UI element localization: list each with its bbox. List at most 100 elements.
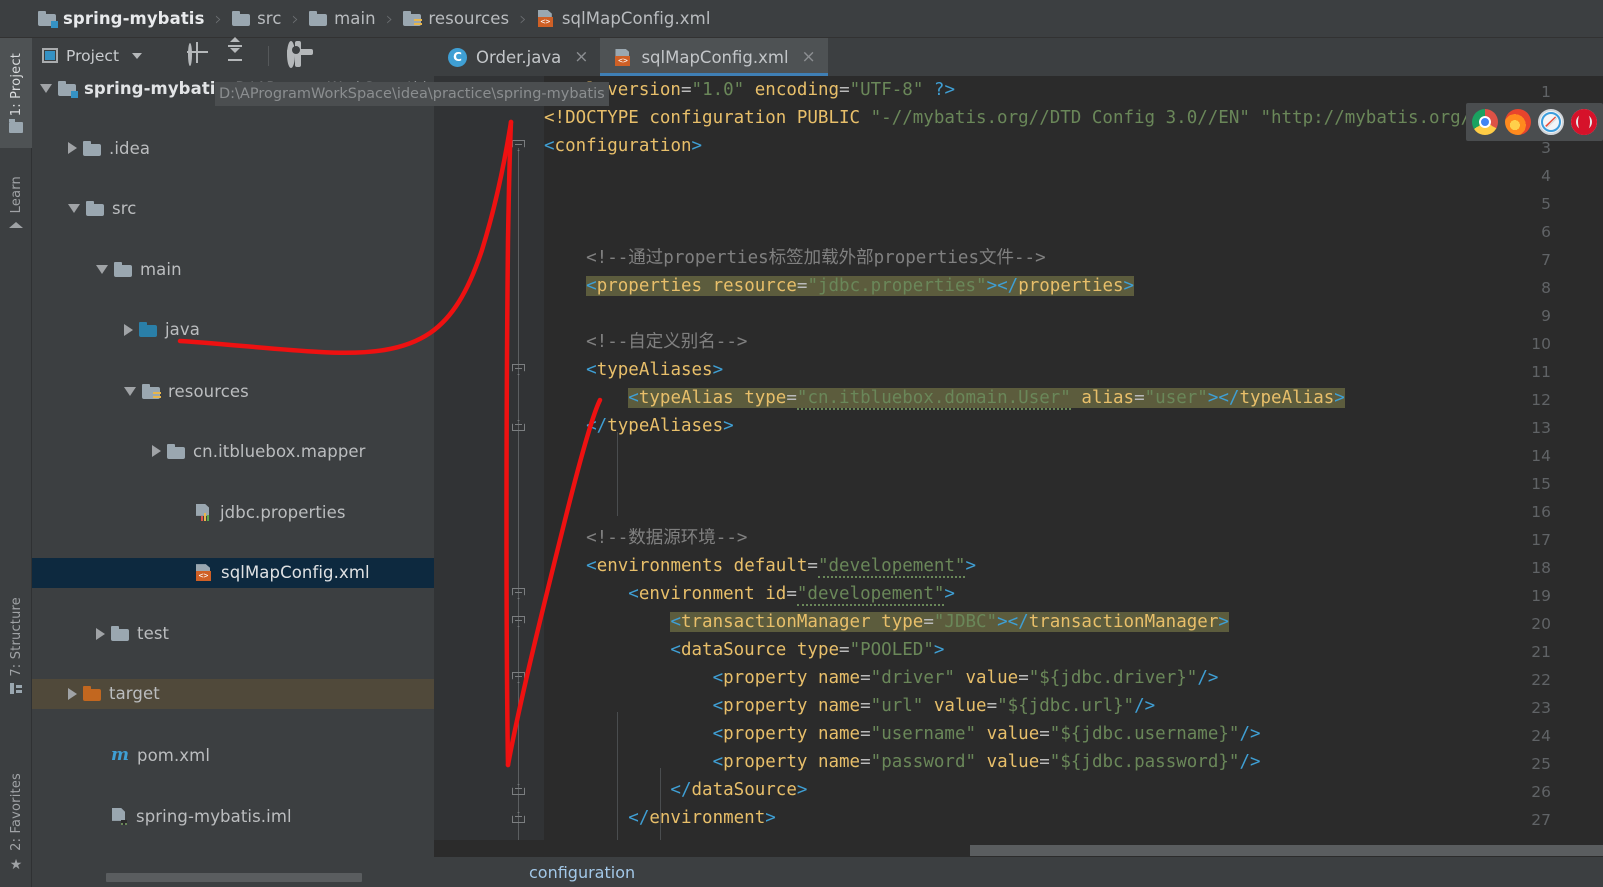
breadcrumb-label: src	[257, 9, 282, 28]
chevron-open-icon[interactable]	[124, 386, 136, 396]
collapse-all-button[interactable]	[226, 36, 248, 67]
breadcrumb-label: main	[334, 9, 376, 28]
hide-panel-button[interactable]	[325, 45, 347, 67]
chevron-right-icon[interactable]	[124, 323, 133, 336]
sidebar-tab-label: Learn	[8, 176, 24, 214]
sidebar-tab-learn[interactable]: Learn	[0, 156, 32, 251]
breadcrumb-separator: ›	[519, 7, 527, 30]
project-panel-toolbar: Project	[32, 36, 434, 73]
breadcrumb-separator: ›	[291, 7, 300, 30]
tab-order-java[interactable]: C Order.java ×	[434, 38, 601, 76]
chevron-right-icon[interactable]	[68, 687, 77, 700]
folder-icon	[114, 262, 132, 278]
fold-marker[interactable]	[512, 672, 525, 685]
fold-marker[interactable]	[512, 588, 525, 601]
project-tree[interactable]: spring-mybatis D:\AProgramWorkSpace\idea…	[32, 73, 434, 869]
line-number: 16	[1531, 503, 1551, 521]
chevron-open-icon[interactable]	[68, 203, 80, 213]
chrome-icon[interactable]	[1472, 109, 1498, 135]
chevron-right-icon[interactable]	[96, 627, 105, 640]
project-panel-hscrollbar[interactable]	[64, 869, 466, 887]
sidebar-tab-structure[interactable]: 7: Structure	[0, 583, 32, 708]
folder-icon	[232, 11, 251, 26]
tree-item-idea[interactable]: .idea	[32, 133, 434, 163]
code-line-24: <property name="username" value="${jdbc.…	[544, 724, 1261, 744]
indent-guide	[617, 432, 618, 516]
tree-item-src[interactable]: src	[32, 193, 434, 223]
tab-sqlmapconfig-xml[interactable]: <> sqlMapConfig.xml ×	[600, 38, 829, 76]
line-number: 6	[1541, 223, 1551, 241]
project-panel-title: Project	[66, 46, 120, 65]
project-tool-window: Project spring-mybatis D:\AProgramWorkSp…	[32, 36, 466, 887]
chevron-right-icon[interactable]	[68, 142, 77, 155]
chevron-right-icon[interactable]	[152, 445, 161, 458]
tree-item-test[interactable]: test	[32, 619, 434, 649]
folder-icon	[167, 443, 185, 459]
line-number: 22	[1531, 671, 1551, 689]
sidebar-tab-favorites[interactable]: 2: Favorites ★	[0, 758, 32, 887]
tree-item-jdbc-properties[interactable]: jdbc.properties	[32, 497, 434, 527]
tree-item-label: cn.itbluebox.mapper	[193, 441, 366, 461]
editor-gutter[interactable]	[434, 76, 544, 840]
scrollbar-thumb[interactable]	[106, 873, 362, 882]
code-editor[interactable]: 1 2 3 4 5 6 7 8 9 10 11 12 13 14 15 16 1…	[434, 76, 1603, 840]
fold-marker[interactable]	[512, 364, 525, 377]
breadcrumb-configuration[interactable]: configuration	[529, 863, 635, 882]
tree-item-sqlmapconfig-xml[interactable]: <> sqlMapConfig.xml	[32, 557, 434, 588]
breadcrumb-separator: ›	[214, 7, 223, 30]
sidebar-tab-label: 1: Project	[8, 52, 24, 117]
line-number: 17	[1531, 531, 1551, 549]
gear-icon	[287, 40, 301, 68]
settings-button[interactable]	[287, 40, 309, 68]
tree-item-resources[interactable]: resources	[32, 376, 434, 406]
code-line-10: <!--自定义别名-->	[544, 332, 748, 352]
breadcrumb-item-src[interactable]: src	[230, 0, 283, 38]
code-line-8: <properties resource="jdbc.properties"><…	[586, 276, 1135, 296]
fold-marker[interactable]	[512, 784, 525, 797]
code-line-23: <property name="url" value="${jdbc.url}"…	[544, 696, 1156, 716]
editor-hscrollbar[interactable]	[970, 843, 1603, 857]
chevron-down-icon[interactable]	[132, 52, 143, 59]
safari-icon[interactable]	[1538, 109, 1564, 135]
xml-file-icon: <>	[614, 48, 632, 66]
tree-item-target[interactable]: target	[32, 678, 434, 710]
breadcrumb-label: spring-mybatis	[63, 9, 205, 28]
tree-item-label: sqlMapConfig.xml	[221, 563, 370, 583]
fold-marker[interactable]	[512, 420, 525, 433]
tree-item-mapper-package[interactable]: cn.itbluebox.mapper	[32, 436, 434, 466]
left-tool-strip: 1: Project Learn 7: Structure 2: Favorit…	[0, 38, 32, 887]
xml-file-icon: <>	[537, 10, 555, 27]
firefox-icon[interactable]	[1505, 109, 1531, 135]
code-line-25: <property name="password" value="${jdbc.…	[544, 752, 1261, 772]
project-panel-title-dropdown[interactable]: Project	[42, 46, 143, 65]
module-folder-icon	[58, 80, 78, 98]
fold-marker[interactable]	[512, 812, 525, 825]
resources-folder-icon	[403, 11, 423, 27]
line-number: 18	[1531, 559, 1551, 577]
breadcrumb-item-project[interactable]: spring-mybatis	[36, 0, 207, 38]
close-icon[interactable]: ×	[574, 47, 588, 67]
select-opened-file-button[interactable]	[188, 42, 210, 67]
fold-marker[interactable]	[512, 616, 525, 629]
tree-item-java[interactable]: java	[32, 315, 434, 345]
chevron-open-icon[interactable]	[96, 265, 108, 275]
source-folder-icon	[139, 322, 157, 338]
browser-popup[interactable]	[1466, 103, 1603, 141]
sidebar-tab-project[interactable]: 1: Project	[0, 38, 32, 148]
tree-item-main[interactable]: main	[32, 255, 434, 285]
folder-icon	[86, 200, 104, 216]
scrollbar-thumb[interactable]	[970, 845, 1603, 856]
tree-item-label: test	[137, 624, 170, 644]
fold-marker[interactable]	[512, 140, 525, 153]
breadcrumb-item-main[interactable]: main	[307, 0, 378, 38]
line-number: 15	[1531, 475, 1551, 493]
tree-item-pom-xml[interactable]: m pom.xml	[32, 740, 434, 770]
folder-icon	[111, 626, 129, 642]
opera-icon[interactable]	[1571, 109, 1597, 135]
editor-bottom-breadcrumb[interactable]: configuration	[434, 857, 1603, 887]
tree-item-iml[interactable]: spring-mybatis.iml	[32, 801, 434, 831]
close-icon[interactable]: ×	[802, 47, 816, 67]
breadcrumb-item-file[interactable]: <> sqlMapConfig.xml	[535, 0, 713, 38]
breadcrumb-item-resources[interactable]: resources	[401, 0, 511, 38]
chevron-open-icon[interactable]	[40, 83, 52, 93]
